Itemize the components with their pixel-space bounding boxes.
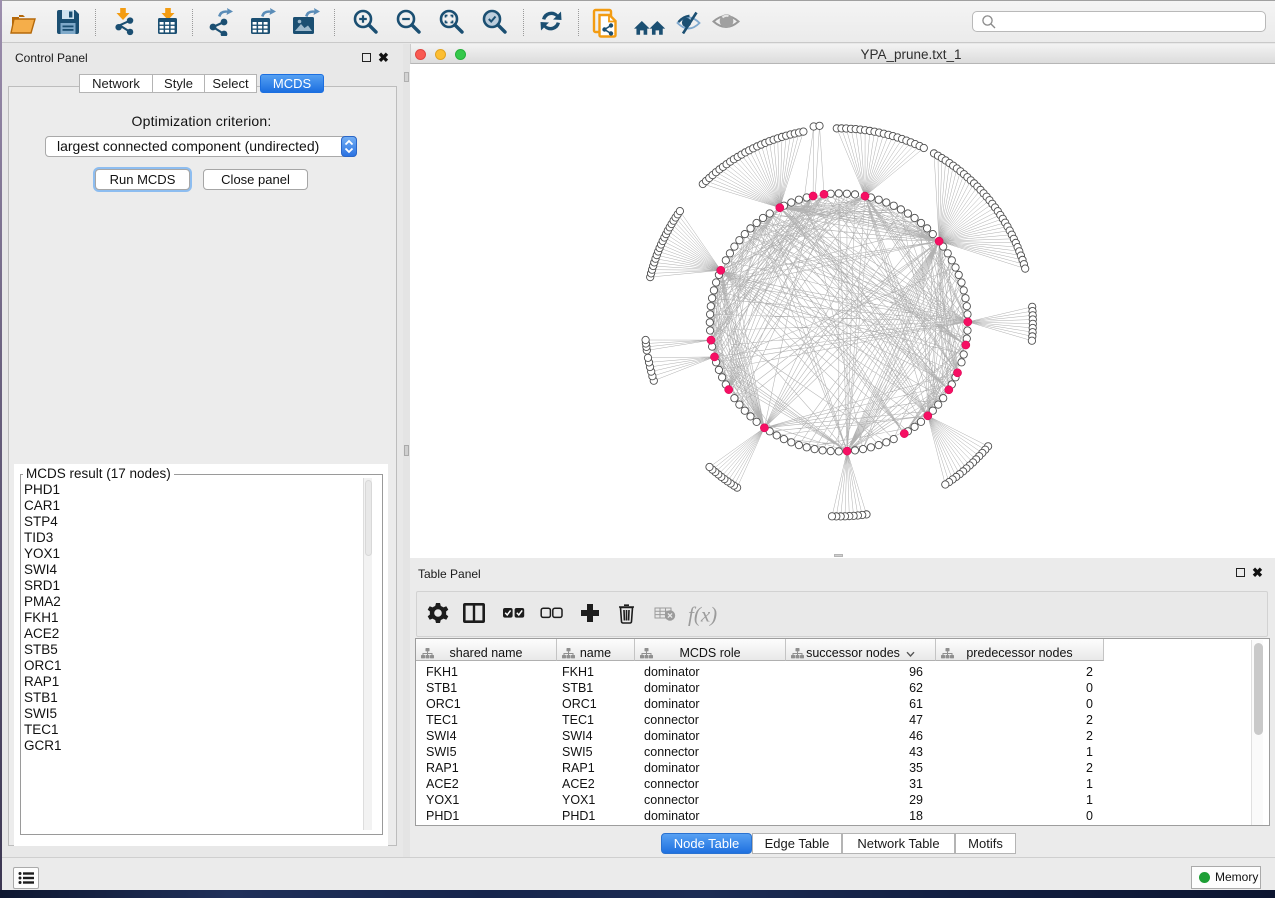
svg-text:f(x): f(x) — [688, 603, 717, 627]
